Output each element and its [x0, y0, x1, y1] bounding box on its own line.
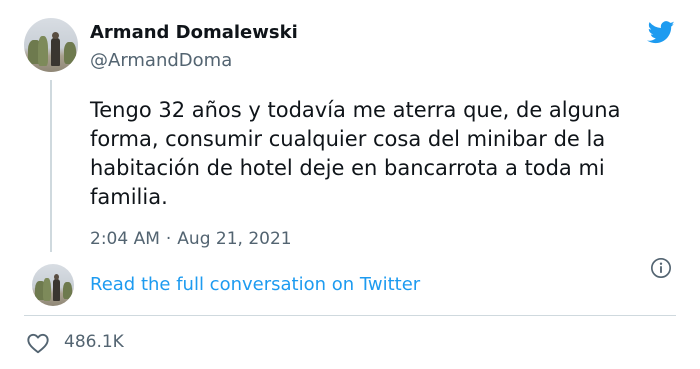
tweet-text: Tengo 32 años y todavía me aterra que, d… — [90, 98, 621, 209]
heart-icon[interactable] — [26, 332, 50, 354]
author-display-name[interactable]: Armand Domalewski — [90, 22, 298, 43]
like-count[interactable]: 486.1K — [64, 332, 124, 352]
tweet-time[interactable]: 2:04 AM — [90, 229, 160, 249]
tweet-date[interactable]: Aug 21, 2021 — [177, 229, 291, 249]
read-conversation-link[interactable]: Read the full conversation on Twitter — [90, 274, 420, 295]
twitter-bird-icon[interactable] — [645, 18, 677, 46]
author-avatar[interactable] — [24, 18, 78, 72]
tweet-timestamp[interactable]: 2:04 AM · Aug 21, 2021 — [90, 229, 292, 249]
author-handle[interactable]: @ArmandDoma — [90, 50, 232, 71]
divider — [24, 315, 676, 316]
conversation-avatar[interactable] — [32, 264, 74, 306]
timestamp-separator: · — [165, 229, 172, 249]
info-icon[interactable] — [650, 257, 672, 279]
thread-line — [50, 80, 52, 252]
